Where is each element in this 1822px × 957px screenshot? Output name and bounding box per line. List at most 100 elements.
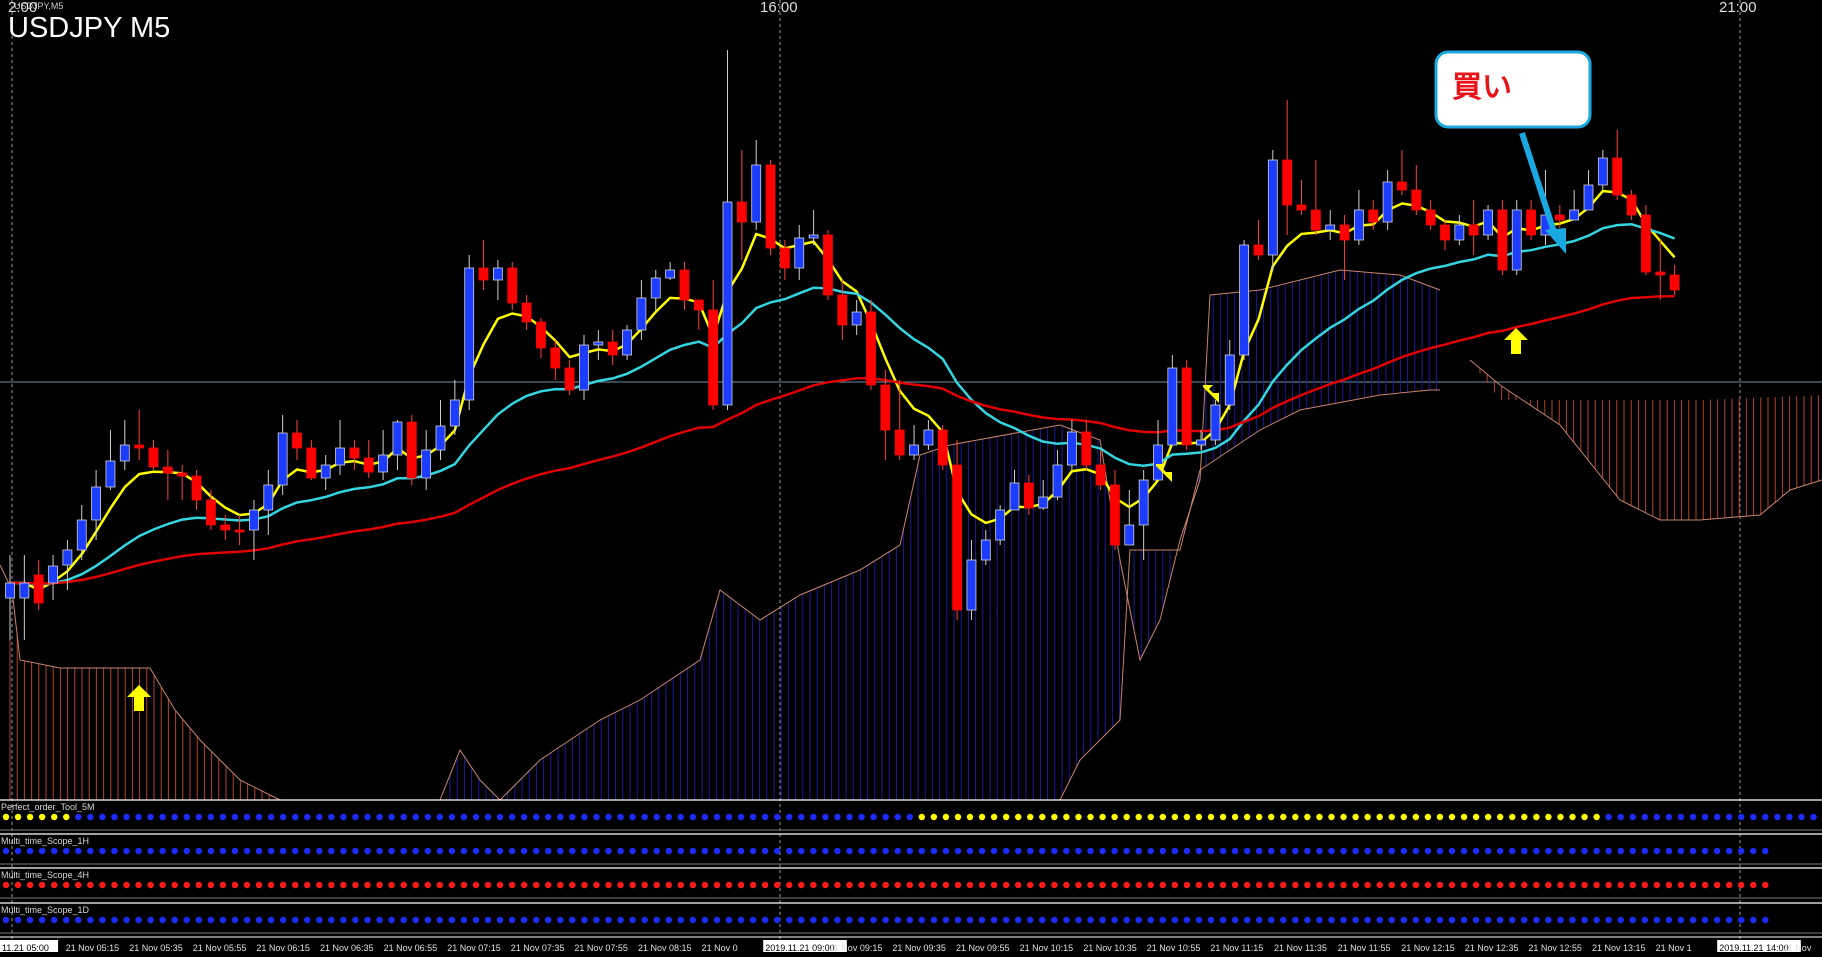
bear-candle: [1440, 224, 1450, 241]
indicator-dot: [1256, 916, 1263, 924]
indicator-dot: [1545, 847, 1552, 855]
indicator-dot: [653, 916, 660, 924]
indicator-dot: [26, 916, 34, 924]
bull-candle: [1067, 431, 1077, 466]
bear-candle: [1468, 224, 1479, 236]
indicator-dot: [749, 916, 757, 924]
indicator-dot: [1099, 847, 1106, 855]
indicator-dot: [2, 813, 10, 821]
bull-candle: [492, 267, 503, 281]
indicator-label: Multi_time_Scope_1H: [1, 836, 89, 846]
indicator-dot: [737, 916, 745, 924]
bear-candle: [679, 269, 690, 301]
indicator-dot: [1135, 881, 1142, 889]
indicator-dot: [1376, 847, 1383, 855]
bull-candle: [650, 277, 661, 299]
x-axis-tick-label: 21 Nov 08:15: [638, 943, 692, 953]
x-axis-tick-label: 11.21 05:00: [2, 943, 49, 953]
bear-candle: [564, 367, 575, 391]
bull-candle: [1124, 524, 1135, 546]
indicator-dot: [1207, 813, 1215, 821]
bear-candle: [292, 432, 302, 449]
indicator-dot: [508, 916, 516, 924]
indicator-dot: [942, 847, 950, 855]
indicator-dot: [424, 813, 431, 821]
indicator-dot: [641, 881, 648, 889]
indicator-dot: [894, 916, 901, 924]
indicator-dot: [1665, 916, 1673, 924]
bear-candle: [1554, 214, 1565, 221]
indicator-dot: [1304, 847, 1311, 855]
indicator-dot: [822, 813, 829, 821]
bull-candle: [1038, 496, 1049, 509]
indicator-dot: [1063, 813, 1070, 821]
indicator-dot: [689, 813, 697, 821]
ichimoku-cloud: [0, 269, 1822, 801]
bull-candle: [1052, 464, 1063, 498]
bull-candle: [1167, 367, 1178, 446]
indicator-dot: [1533, 813, 1540, 821]
x-axis-tick-label: 21 Nov 07:55: [574, 943, 628, 953]
bull-candle: [636, 297, 647, 331]
indicator-dot: [1171, 916, 1179, 924]
x-axis-tick-label: 21 Nov 05:55: [193, 943, 247, 953]
indicator-dot: [761, 813, 769, 821]
indicator-dot: [677, 847, 684, 855]
indicator-dot: [436, 916, 443, 924]
indicator-dot: [472, 813, 480, 821]
indicator-dot: [1424, 847, 1432, 855]
indicator-dot: [846, 813, 853, 821]
bull-candle: [1597, 157, 1608, 186]
indicator-dot: [340, 813, 347, 821]
bull-candle: [1224, 354, 1235, 406]
bull-candle: [449, 399, 460, 427]
indicator-dot: [51, 881, 58, 889]
indicator-dot: [1039, 813, 1046, 821]
indicator-dot: [1280, 847, 1287, 855]
indicator-dot: [1593, 847, 1600, 855]
indicator-dot: [1015, 881, 1022, 889]
bear-candle: [708, 309, 719, 406]
indicator-dot: [1581, 813, 1588, 821]
indicator-dot: [195, 881, 202, 889]
indicator-dot: [448, 881, 456, 889]
bear-candle: [363, 457, 374, 473]
indicator-dot: [846, 916, 853, 924]
bull-candle: [579, 344, 589, 391]
indicator-dot: [352, 916, 359, 924]
indicator-dot: [38, 881, 46, 889]
indicator-dot: [1123, 881, 1130, 889]
indicator-dot: [87, 847, 94, 855]
indicator-dot: [1400, 916, 1408, 924]
indicator-dot: [75, 813, 82, 821]
indicator-dot: [1316, 916, 1323, 924]
indicator-dot: [508, 813, 516, 821]
indicator-dot: [1810, 813, 1817, 821]
bear-candle: [866, 311, 876, 386]
indicator-dot: [1219, 881, 1227, 889]
indicator-dot: [990, 813, 998, 821]
indicator-dot: [388, 881, 395, 889]
price-chart[interactable]: Perfect_order_Tool_5M Multi_time_Scope_1H…: [0, 0, 1822, 957]
bull-candle: [1583, 184, 1594, 211]
bull-candle: [622, 329, 632, 356]
indicator-dot: [545, 916, 552, 924]
indicator-dot: [858, 881, 865, 889]
indicator-dot: [749, 847, 757, 855]
indicator-dot: [1448, 916, 1456, 924]
indicator-dot: [1750, 847, 1757, 855]
indicator-dot: [496, 881, 504, 889]
bull-candle: [19, 582, 30, 599]
indicator-dot: [1629, 916, 1636, 924]
indicator-dot: [846, 881, 853, 889]
indicator-dot: [424, 881, 431, 889]
indicator-dot: [1593, 881, 1600, 889]
indicator-dot: [581, 916, 588, 924]
indicator-dot: [99, 813, 106, 821]
indicator-dot: [388, 847, 395, 855]
indicator-dot: [593, 916, 600, 924]
indicator-dot: [617, 916, 624, 924]
bear-candle: [1368, 209, 1379, 223]
indicator-dot: [1111, 847, 1118, 855]
bull-candle: [909, 444, 919, 456]
